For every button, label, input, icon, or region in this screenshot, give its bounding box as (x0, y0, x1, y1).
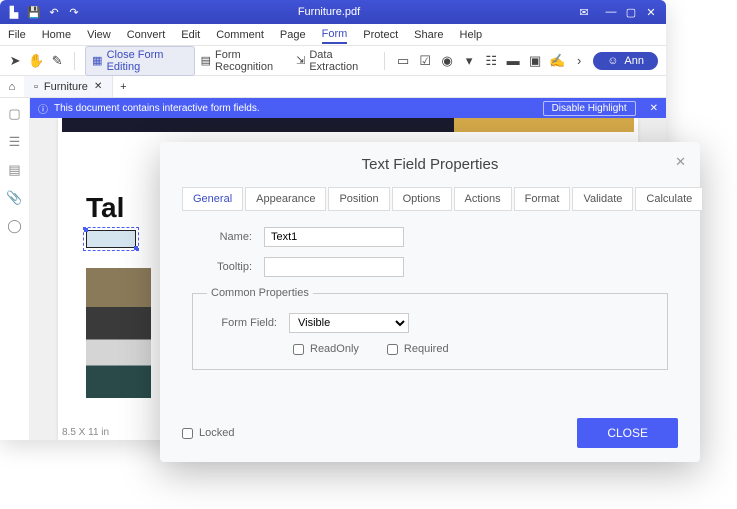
dialog-body: Name: Tooltip: Common Properties Form Fi… (182, 211, 678, 378)
name-label: Name: (192, 231, 252, 243)
menu-help[interactable]: Help (460, 27, 483, 43)
bookmarks-icon[interactable]: ☰ (9, 134, 21, 150)
locked-checkbox-label[interactable]: Locked (182, 427, 234, 439)
titlebar: ▙ 💾 ↶ ↷ Furniture.pdf ✉ — ▢ ✕ (0, 0, 666, 24)
save-icon[interactable]: 💾 (28, 6, 40, 18)
data-extraction-button[interactable]: ⇲ Data Extraction (296, 49, 374, 73)
tab-format[interactable]: Format (514, 187, 571, 211)
more-icon[interactable]: › (571, 53, 587, 69)
attachments-icon[interactable]: 📎 (6, 190, 22, 206)
field-dropdown-icon[interactable]: ▾ (461, 53, 477, 69)
page-gold-band (454, 118, 634, 132)
window-title: Furniture.pdf (80, 6, 578, 18)
menu-form[interactable]: Form (322, 26, 348, 44)
tab-calculate[interactable]: Calculate (635, 187, 703, 211)
tab-options[interactable]: Options (392, 187, 452, 211)
menu-file[interactable]: File (8, 27, 26, 43)
field-checkbox-icon[interactable]: ☑ (417, 53, 433, 69)
dialog-close-button[interactable]: CLOSE (577, 418, 678, 448)
tab-appearance[interactable]: Appearance (245, 187, 326, 211)
home-icon[interactable]: ⌂ (0, 81, 24, 93)
side-panel: ▢ ☰ ▤ 📎 ◯ (0, 98, 30, 440)
common-properties-group: Common Properties Form Field: Visible Re… (192, 287, 668, 370)
tab-position[interactable]: Position (328, 187, 389, 211)
name-input[interactable] (264, 227, 404, 247)
readonly-checkbox-label[interactable]: ReadOnly (293, 343, 359, 355)
select-tool-icon[interactable]: ➤ (8, 53, 22, 69)
mail-icon[interactable]: ✉ (578, 6, 590, 18)
required-checkbox-label[interactable]: Required (387, 343, 449, 355)
banner-text: This document contains interactive form … (54, 103, 260, 114)
field-textfield-icon[interactable]: ▭ (395, 53, 411, 69)
dialog-title: Text Field Properties (182, 156, 678, 173)
readonly-checkbox[interactable] (293, 344, 304, 355)
undo-icon[interactable]: ↶ (48, 6, 60, 18)
menu-home[interactable]: Home (42, 27, 71, 43)
menu-page[interactable]: Page (280, 27, 306, 43)
user-icon: ☺ (607, 55, 618, 67)
close-form-editing-button[interactable]: ▦ Close Form Editing (85, 46, 194, 76)
tooltip-label: Tooltip: (192, 261, 252, 273)
field-listbox-icon[interactable]: ☷ (483, 53, 499, 69)
close-tab-icon[interactable]: ✕ (94, 81, 102, 92)
required-checkbox[interactable] (387, 344, 398, 355)
menu-protect[interactable]: Protect (363, 27, 398, 43)
edit-tool-icon[interactable]: ✎ (50, 53, 64, 69)
field-radio-icon[interactable]: ◉ (439, 53, 455, 69)
menu-comment[interactable]: Comment (216, 27, 264, 43)
info-icon: ⓘ (38, 101, 48, 116)
tab-actions[interactable]: Actions (454, 187, 512, 211)
close-form-icon: ▦ (92, 54, 102, 67)
close-window-button[interactable]: ✕ (644, 6, 658, 19)
disable-highlight-button[interactable]: Disable Highlight (543, 101, 636, 116)
main-menu: File Home View Convert Edit Comment Page… (0, 24, 666, 46)
comments-icon[interactable]: ◯ (7, 218, 22, 234)
recognition-icon: ▤ (201, 54, 211, 67)
file-doc-icon: ▫ (34, 81, 38, 93)
formfield-label: Form Field: (207, 317, 277, 329)
tab-validate[interactable]: Validate (572, 187, 633, 211)
file-tab-strip: ⌂ ▫ Furniture ✕ + (0, 76, 666, 98)
tooltip-input[interactable] (264, 257, 404, 277)
tab-general[interactable]: General (182, 187, 243, 211)
menu-edit[interactable]: Edit (181, 27, 200, 43)
locked-checkbox[interactable] (182, 428, 193, 439)
dialog-tabs: General Appearance Position Options Acti… (182, 187, 678, 211)
user-account-button[interactable]: ☺ Ann (593, 52, 658, 70)
dialog-close-icon[interactable]: ✕ (675, 154, 686, 170)
menu-share[interactable]: Share (414, 27, 443, 43)
file-tab-furniture[interactable]: ▫ Furniture ✕ (24, 76, 113, 97)
maximize-button[interactable]: ▢ (624, 6, 638, 19)
field-signature-icon[interactable]: ✍ (549, 53, 565, 69)
redo-icon[interactable]: ↷ (68, 6, 80, 18)
form-recognition-button[interactable]: ▤ Form Recognition (201, 49, 291, 73)
form-toolbar: ➤ ✋ ✎ ▦ Close Form Editing ▤ Form Recogn… (0, 46, 666, 76)
selected-text-field[interactable] (86, 230, 136, 248)
page-heading: Tal (86, 192, 124, 224)
menu-view[interactable]: View (87, 27, 111, 43)
page-image (86, 268, 151, 398)
thumbnails-icon[interactable]: ▢ (8, 106, 20, 122)
app-logo-icon: ▙ (8, 6, 20, 18)
form-banner: ⓘ This document contains interactive for… (30, 98, 666, 118)
field-image-icon[interactable]: ▣ (527, 53, 543, 69)
common-properties-legend: Common Properties (207, 287, 313, 299)
page-size-status: 8.5 X 11 in (62, 427, 109, 438)
field-button-icon[interactable]: ▬ (505, 53, 521, 69)
text-field-properties-dialog: Text Field Properties ✕ General Appearan… (160, 142, 700, 462)
banner-close-icon[interactable]: ✕ (650, 103, 658, 114)
dialog-footer: Locked CLOSE (182, 418, 678, 448)
formfield-select[interactable]: Visible (289, 313, 409, 333)
hand-tool-icon[interactable]: ✋ (28, 53, 44, 69)
layers-icon[interactable]: ▤ (8, 162, 20, 178)
add-tab-button[interactable]: + (113, 81, 133, 93)
menu-convert[interactable]: Convert (127, 27, 166, 43)
minimize-button[interactable]: — (604, 6, 618, 19)
extraction-icon: ⇲ (296, 54, 305, 67)
